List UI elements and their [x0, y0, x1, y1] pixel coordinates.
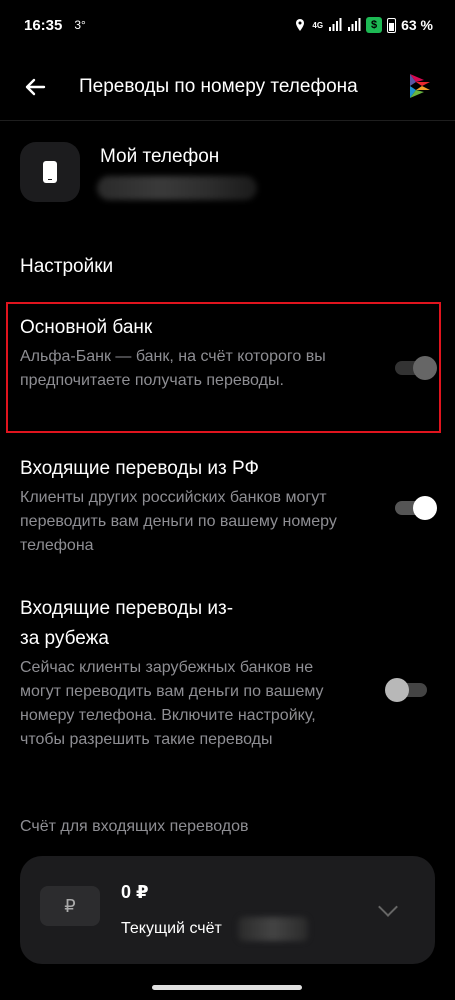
top-bar: Переводы по номеру телефона: [0, 58, 455, 116]
network-type: 4G: [312, 20, 324, 30]
smartphone-icon: [20, 142, 80, 202]
ruble-icon: ₽: [40, 886, 100, 926]
phone-number-blurred: [97, 176, 257, 200]
phone-label: Мой телефон: [100, 146, 220, 167]
chevron-down-icon[interactable]: [378, 897, 398, 917]
arrow-left-icon: [25, 78, 46, 96]
account-balance: 0 ₽: [121, 882, 149, 902]
status-icons: 4G $ 63 %: [293, 17, 433, 33]
status-time: 16:35: [24, 16, 63, 34]
page-title: Переводы по номеру телефона: [79, 76, 358, 97]
account-name: Текущий счёт: [121, 920, 222, 937]
sbp-logo-icon: [410, 74, 430, 98]
settings-section-title: Настройки: [20, 256, 114, 277]
incoming-abroad-toggle[interactable]: [385, 678, 427, 702]
setting-incoming-rf: Входящие переводы из РФ Клиенты других р…: [20, 454, 435, 558]
battery-icon: [387, 17, 397, 33]
setting-incoming-abroad: Входящие переводы из-за рубежа Сейчас кл…: [20, 594, 435, 752]
setting-description: Клиенты других российских банков могут п…: [20, 489, 337, 554]
setting-description: Сейчас клиенты зарубежных банков не могу…: [20, 659, 324, 748]
my-phone-block: Мой телефон: [20, 142, 435, 204]
status-temperature: 3°: [74, 18, 86, 32]
location-icon: [296, 19, 305, 31]
signal-icon: [329, 18, 342, 31]
header-divider: [0, 120, 455, 121]
main-bank-toggle[interactable]: [395, 356, 437, 380]
account-number-blurred: [238, 917, 308, 941]
status-bar: 16:35 3° 4G $ 63 %: [0, 0, 455, 50]
setting-title: Основной банк: [20, 317, 153, 338]
incoming-rf-toggle[interactable]: [395, 496, 437, 520]
setting-main-bank: Основной банк Альфа-Банк — банк, на счёт…: [20, 313, 435, 393]
battery-percent: 63 %: [401, 17, 433, 33]
home-indicator[interactable]: [152, 985, 302, 990]
dollar-shield-icon: $: [366, 17, 383, 33]
setting-title: Входящие переводы из РФ: [20, 458, 259, 479]
signal-icon-2: [348, 18, 361, 31]
setting-title: Входящие переводы из-за рубежа: [20, 598, 234, 649]
account-selector[interactable]: ₽ 0 ₽ Текущий счёт: [20, 856, 435, 964]
account-section-label: Счёт для входящих переводов: [20, 818, 249, 835]
setting-description: Альфа-Банк — банк, на счёт которого вы п…: [20, 348, 326, 389]
back-button[interactable]: [22, 74, 48, 100]
